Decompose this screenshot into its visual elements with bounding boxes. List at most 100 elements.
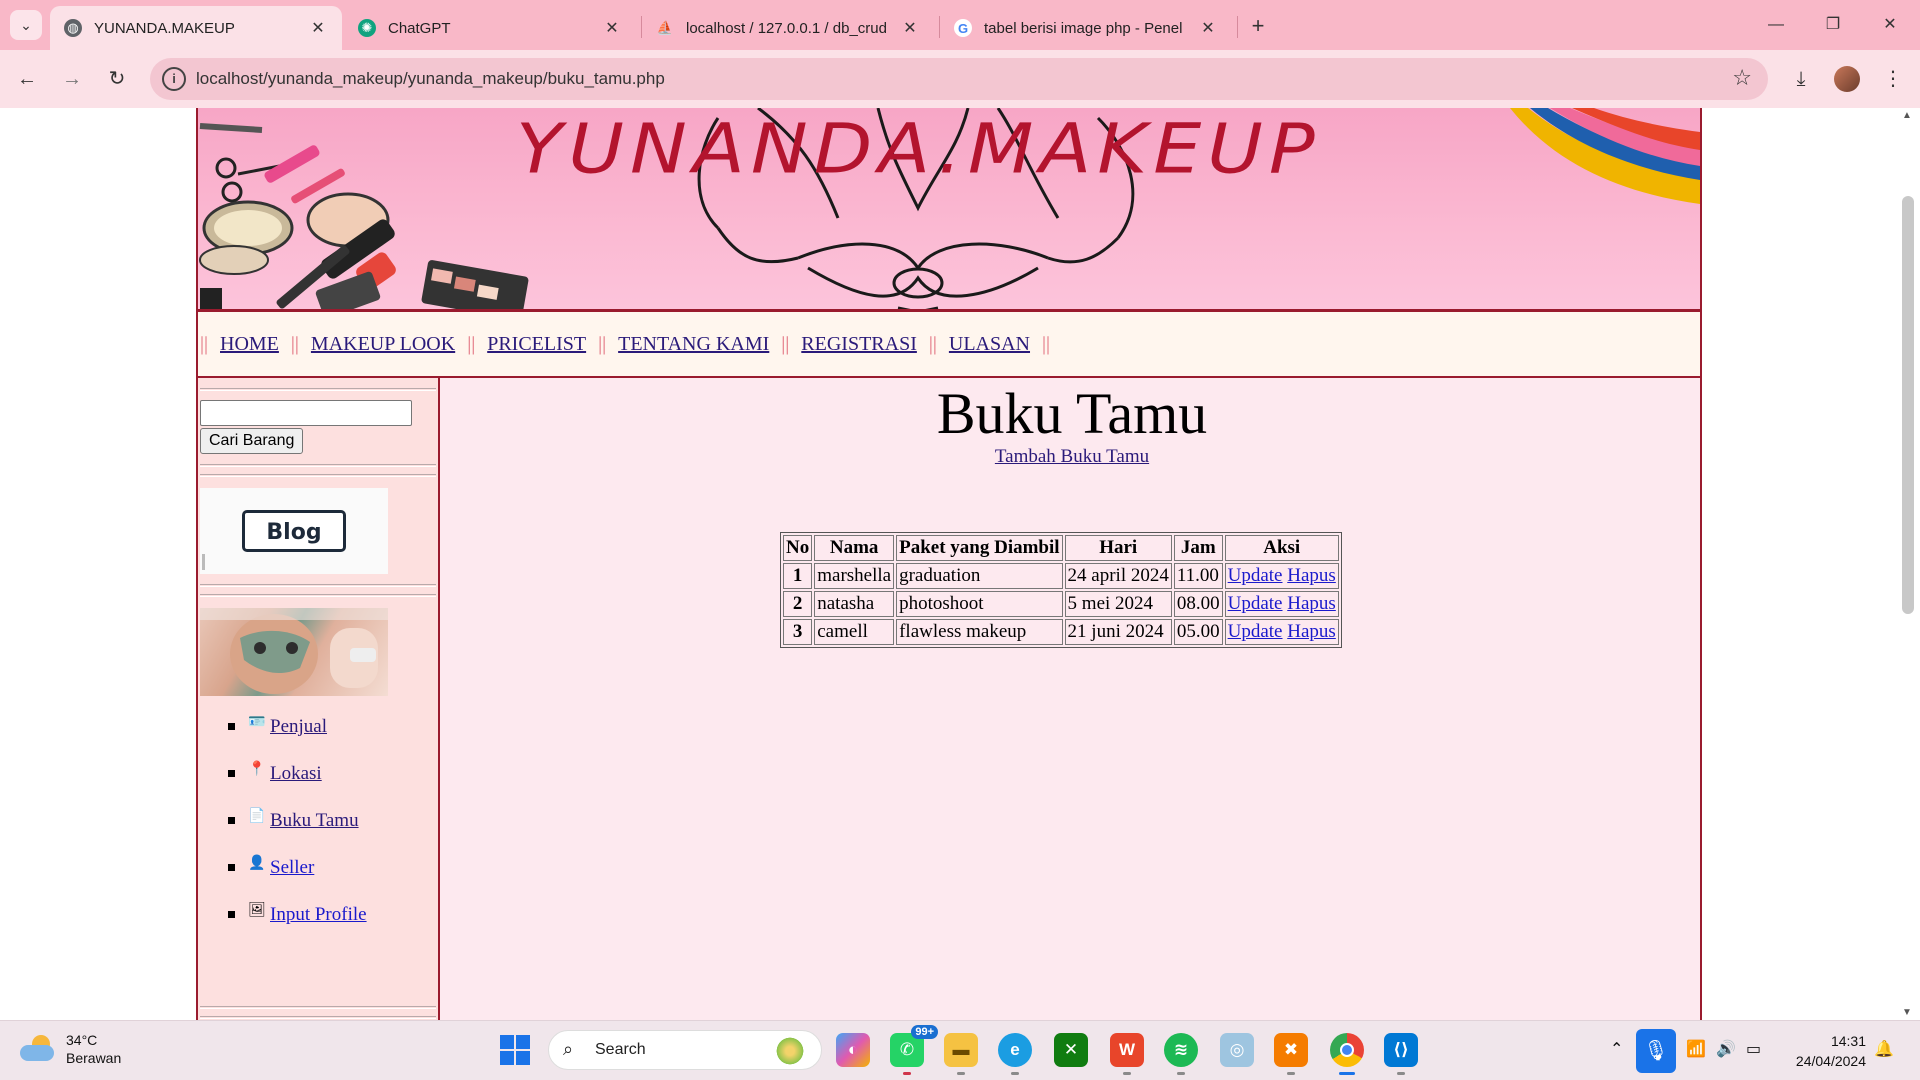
search-button[interactable]: Cari Barang <box>200 428 304 454</box>
nav-link-home[interactable]: HOME <box>220 333 279 356</box>
taskbar-search[interactable]: ⌕ Search <box>548 1030 822 1070</box>
cell-jam: 11.00 <box>1173 563 1223 589</box>
nav-link-ulasan[interactable]: ULASAN <box>949 333 1030 356</box>
close-icon[interactable]: ✕ <box>308 18 328 38</box>
page-scrollbar[interactable]: ▲ ▼ <box>1896 108 1920 1020</box>
sidebar-link-seller[interactable]: Seller <box>270 857 314 879</box>
profile-avatar[interactable] <box>1832 64 1862 94</box>
address-bar[interactable]: i localhost/yunanda_makeup/yunanda_makeu… <box>150 58 1768 100</box>
app-icon[interactable]: ◎ <box>1220 1033 1254 1067</box>
copilot-icon[interactable]: ◐ <box>836 1033 870 1067</box>
chrome-icon[interactable] <box>1330 1033 1364 1075</box>
close-icon[interactable]: ✕ <box>602 18 622 38</box>
close-icon[interactable]: ✕ <box>1198 18 1218 38</box>
sidebar-divider <box>200 1016 436 1019</box>
more-menu-icon[interactable]: ⋮ <box>1878 64 1908 94</box>
tab-search-button[interactable]: ⌄ <box>10 10 42 40</box>
weather-cloud-icon <box>20 1035 56 1063</box>
windows-start-icon[interactable] <box>500 1035 530 1065</box>
wps-office-icon[interactable]: W <box>1110 1033 1144 1075</box>
guestbook-icon: 📄 <box>248 809 266 824</box>
add-guestbook-link[interactable]: Tambah Buku Tamu <box>442 446 1702 468</box>
column-header-no: No <box>783 535 813 561</box>
xampp-icon[interactable]: ✖ <box>1274 1033 1308 1075</box>
minimize-icon[interactable]: — <box>1756 10 1796 40</box>
google-icon: G <box>954 19 972 37</box>
cell-aksi: Update Hapus <box>1224 563 1339 589</box>
tab-chatgpt[interactable]: ✺ ChatGPT ✕ <box>344 6 636 50</box>
column-header-jam: Jam <box>1173 535 1223 561</box>
sidebar-link-penjual[interactable]: Penjual <box>270 716 327 738</box>
cell-aksi: Update Hapus <box>1224 591 1339 617</box>
sidebar-link-buku-tamu[interactable]: Buku Tamu <box>270 810 359 832</box>
nav-link-registrasi[interactable]: REGISTRASI <box>801 333 917 356</box>
scrollbar-thumb[interactable] <box>1902 196 1914 614</box>
nav-link-makeup-look[interactable]: MAKEUP LOOK <box>311 333 455 356</box>
close-icon[interactable]: ✕ <box>900 18 920 38</box>
file-explorer-icon[interactable]: ▬ <box>944 1033 978 1075</box>
sidebar-divider <box>200 388 436 391</box>
sidebar-link-input-profile[interactable]: Input Profile <box>270 904 367 926</box>
menu-separator: || <box>467 332 476 355</box>
tab-label: ChatGPT <box>388 19 451 37</box>
hapus-link[interactable]: Hapus <box>1287 621 1336 642</box>
tab-yunanda-makeup[interactable]: ◍ YUNANDA.MAKEUP ✕ <box>50 6 342 50</box>
main-navigation: || HOME || MAKEUP LOOK || PRICELIST || T… <box>198 312 1700 378</box>
map-pin-icon: 📍 <box>248 762 266 777</box>
weather-temperature: 34°C <box>66 1032 98 1048</box>
download-icon[interactable]: ⤓ <box>1786 64 1816 94</box>
makeup-tools-decoration <box>199 123 529 309</box>
tray-overflow-icon[interactable]: ⌃ <box>1610 1039 1623 1059</box>
weather-widget[interactable]: 34°C Berawan <box>20 1031 121 1067</box>
site-container: YUNANDA.MAKEUP || HOME || MAKEUP LOOK ||… <box>196 108 1702 1020</box>
seller-card-icon: 🪪 <box>248 715 266 730</box>
update-link[interactable]: Update <box>1228 621 1283 642</box>
reload-icon[interactable]: ↻ <box>102 64 132 94</box>
blog-image[interactable]: Blog <box>200 488 388 574</box>
column-header-aksi: Aksi <box>1224 535 1339 561</box>
whatsapp-icon[interactable]: ✆ 99+ <box>890 1025 938 1075</box>
new-tab-button[interactable]: + <box>1244 12 1272 40</box>
window-close-icon[interactable]: ✕ <box>1870 10 1910 40</box>
hapus-link[interactable]: Hapus <box>1287 565 1336 586</box>
notification-bell-icon[interactable]: 🔔 <box>1874 1039 1894 1059</box>
nav-link-pricelist[interactable]: PRICELIST <box>487 333 586 356</box>
nav-link-tentang-kami[interactable]: TENTANG KAMI <box>618 333 769 356</box>
tab-label: YUNANDA.MAKEUP <box>94 19 235 37</box>
tab-label: tabel berisi image php - Penel <box>984 19 1183 37</box>
spotify-icon[interactable]: ≋ <box>1164 1033 1198 1075</box>
back-arrow-icon[interactable]: ← <box>12 64 42 94</box>
list-bullet <box>228 770 235 777</box>
list-bullet <box>228 911 235 918</box>
update-link[interactable]: Update <box>1228 593 1283 614</box>
battery-icon[interactable]: ▭ <box>1746 1039 1761 1059</box>
bookmark-star-icon[interactable]: ☆ <box>1732 65 1752 91</box>
globe-icon: ◍ <box>64 19 82 37</box>
site-info-icon[interactable]: i <box>162 67 186 91</box>
hapus-link[interactable]: Hapus <box>1287 593 1336 614</box>
vscode-icon[interactable]: ⟨⟩ <box>1384 1033 1418 1075</box>
guestbook-table: No Nama Paket yang Diambil Hari Jam Aksi… <box>780 532 1342 648</box>
volume-icon[interactable]: 🔊 <box>1716 1039 1736 1059</box>
edge-icon[interactable]: e <box>998 1033 1032 1075</box>
restore-icon[interactable]: ❐ <box>1813 10 1853 40</box>
menu-separator: || <box>200 332 209 355</box>
update-link[interactable]: Update <box>1228 565 1283 586</box>
sidebar-divider <box>200 464 436 467</box>
cell-hari: 5 mei 2024 <box>1064 591 1172 617</box>
url-text[interactable]: localhost/yunanda_makeup/yunanda_makeup/… <box>196 69 665 89</box>
list-bullet <box>228 723 235 730</box>
search-input[interactable] <box>200 400 412 426</box>
system-clock[interactable]: 14:31 24/04/2024 <box>1786 1031 1866 1071</box>
tab-phpmyadmin[interactable]: ⛵ localhost / 127.0.0.1 / db_crud ✕ <box>642 6 934 50</box>
wifi-icon[interactable]: 📶 <box>1686 1039 1706 1059</box>
scroll-up-icon[interactable]: ▲ <box>1902 110 1912 121</box>
scroll-down-icon[interactable]: ▼ <box>1902 1007 1912 1018</box>
microphone-icon[interactable]: 🎙 <box>1636 1029 1676 1073</box>
sidebar-link-lokasi[interactable]: Lokasi <box>270 763 322 785</box>
tab-google-search[interactable]: G tabel berisi image php - Penel ✕ <box>940 6 1232 50</box>
browser-tab-bar: ⌄ ◍ YUNANDA.MAKEUP ✕ ✺ ChatGPT ✕ ⛵ local… <box>0 0 1920 50</box>
forward-arrow-icon[interactable]: → <box>57 64 87 94</box>
xbox-icon[interactable]: ✕ <box>1054 1033 1088 1067</box>
sidebar-divider <box>200 584 436 587</box>
